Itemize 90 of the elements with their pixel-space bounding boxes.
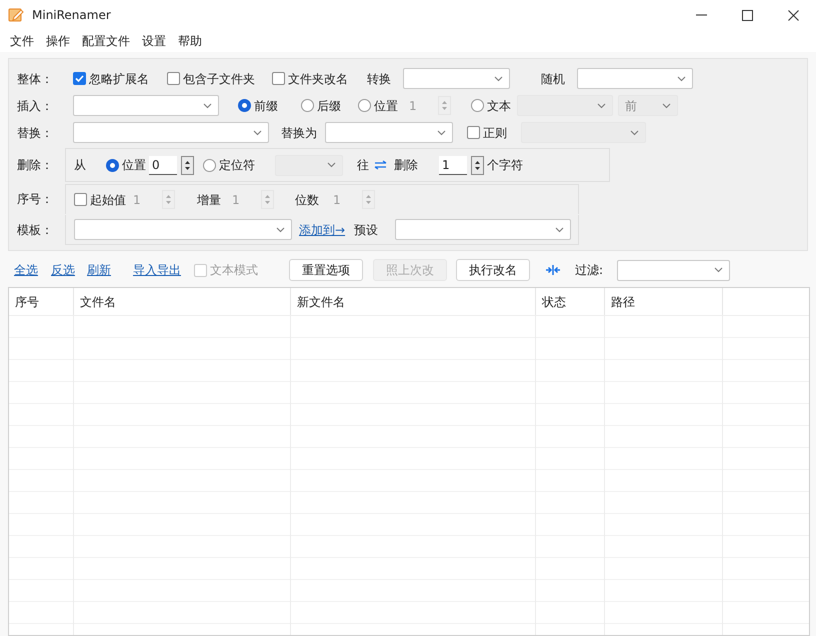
chevron-icon	[203, 102, 212, 108]
app-logo-icon	[8, 7, 24, 23]
field-label: 插入：	[17, 98, 53, 114]
checkbox[interactable]	[467, 126, 480, 139]
button: 照上次改	[373, 259, 447, 281]
radio-button[interactable]	[238, 99, 251, 112]
number-field: 1	[229, 190, 257, 209]
field-label: 往	[357, 157, 369, 174]
spin-buttons	[362, 190, 375, 209]
number-field: 1	[130, 190, 158, 209]
column-header[interactable]: 文件名	[74, 288, 291, 315]
column-header[interactable]: 路径	[605, 288, 723, 315]
field-label: 增量	[197, 192, 221, 208]
radio-label: 定位符	[219, 157, 255, 174]
checkbox-label: 忽略扩展名	[89, 70, 149, 88]
number-field: 1	[406, 96, 434, 115]
menu-item[interactable]: 操作	[46, 32, 70, 50]
spin-buttons	[261, 190, 274, 209]
arrows-icon[interactable]	[545, 264, 561, 276]
link[interactable]: 刷新	[87, 261, 111, 279]
column-header[interactable]: 状态	[536, 288, 605, 315]
number-field[interactable]: 1	[439, 156, 467, 174]
menu-item[interactable]: 帮助	[178, 32, 202, 50]
radio-label: 位置	[122, 157, 146, 174]
link[interactable]: 导入导出	[133, 261, 181, 279]
field-label: 随机	[541, 70, 565, 88]
checkbox-label: 起始值	[90, 192, 126, 208]
field-label: 预设	[354, 222, 378, 238]
link[interactable]: 添加到→	[299, 220, 346, 238]
checkbox-label: 包含子文件夹	[183, 70, 255, 88]
radio-button[interactable]	[358, 99, 371, 112]
chevron-icon	[597, 102, 606, 108]
window-title: MiniRenamer	[32, 7, 111, 24]
field-label: 替换为	[281, 124, 317, 142]
checkbox[interactable]	[73, 72, 86, 85]
field-label: 模板：	[17, 222, 53, 239]
link[interactable]: 全选	[14, 261, 38, 279]
number-field[interactable]: 0	[149, 156, 177, 174]
radio-label: 前缀	[254, 98, 278, 114]
dropdown: 前	[618, 95, 678, 116]
chevron-icon	[276, 226, 285, 232]
field-label: 整体：	[17, 70, 53, 88]
radio-button[interactable]	[471, 99, 484, 112]
checkbox[interactable]	[74, 193, 87, 206]
chevron-icon	[494, 76, 503, 82]
field-label: 序号：	[17, 191, 53, 208]
radio-label: 文本	[487, 98, 511, 114]
chevron-icon	[677, 76, 686, 82]
radio-button[interactable]	[301, 99, 314, 112]
button[interactable]: 重置选项	[289, 259, 363, 281]
field-label: 删除：	[17, 157, 53, 174]
menu-item[interactable]: 配置文件	[82, 32, 130, 50]
field-label: 个字符	[487, 157, 523, 174]
close-icon[interactable]	[788, 10, 798, 20]
checkbox[interactable]	[167, 72, 180, 85]
maximize-icon[interactable]	[742, 10, 752, 20]
menu-item[interactable]: 文件	[10, 32, 34, 50]
menu-item[interactable]: 设置	[142, 32, 166, 50]
spin-buttons	[162, 190, 175, 209]
field-label: 替换：	[17, 124, 53, 142]
chevron-icon	[662, 102, 671, 108]
field-label: 转换	[367, 70, 391, 88]
spin-buttons[interactable]	[181, 156, 194, 174]
spin-buttons	[438, 96, 451, 115]
number-field: 1	[330, 190, 358, 209]
field-label: 删除	[394, 157, 418, 174]
button[interactable]: 执行改名	[456, 259, 530, 281]
field-label: 位数	[295, 192, 319, 208]
chevron-icon	[630, 130, 639, 136]
checkbox-label: 正则	[483, 124, 507, 142]
radio-button[interactable]	[203, 158, 216, 172]
radio-label: 位置	[374, 98, 398, 114]
checkbox[interactable]	[272, 72, 285, 85]
link[interactable]: 反选	[51, 261, 75, 279]
chevron-icon	[714, 267, 723, 273]
chevron-icon	[253, 130, 262, 136]
field-label: 从	[74, 157, 86, 174]
swap-arrows-icon	[374, 160, 387, 170]
chevron-icon	[437, 130, 446, 136]
chevron-icon	[327, 162, 336, 168]
radio-button[interactable]	[106, 158, 119, 172]
checkbox-label: 文本模式	[210, 262, 258, 279]
chevron-icon	[555, 226, 564, 232]
checkbox-label: 文件夹改名	[288, 70, 348, 88]
column-header[interactable]: 新文件名	[291, 288, 536, 315]
field-label: 过滤:	[575, 262, 604, 279]
spin-buttons[interactable]	[471, 156, 484, 174]
radio-label: 后缀	[317, 98, 341, 114]
minimize-icon[interactable]	[696, 14, 706, 16]
column-header[interactable]: 序号	[9, 288, 74, 315]
